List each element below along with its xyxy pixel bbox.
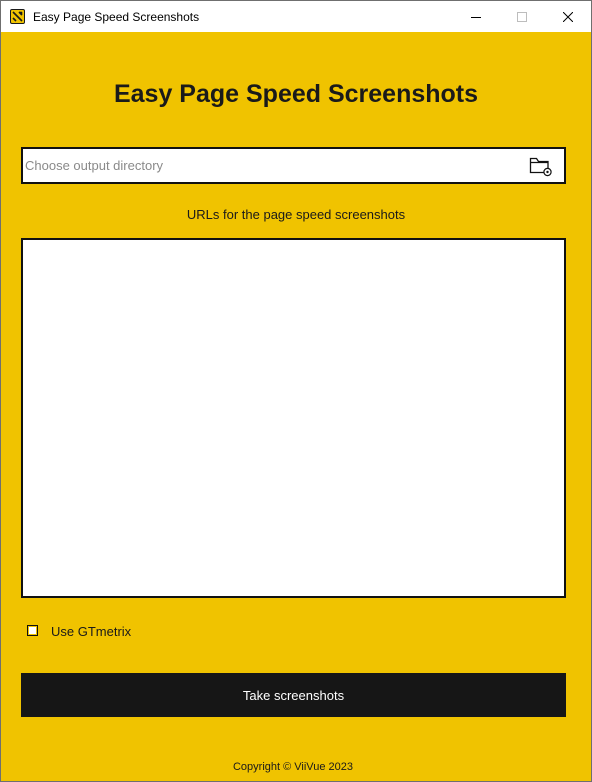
output-directory-field (21, 147, 566, 184)
output-directory-input[interactable] (23, 149, 520, 182)
use-gtmetrix-checkbox[interactable] (27, 625, 38, 636)
title-bar[interactable]: Easy Page Speed Screenshots (1, 1, 591, 32)
minimize-button[interactable] (453, 1, 499, 32)
take-screenshots-button[interactable]: Take screenshots (21, 673, 566, 717)
urls-label: URLs for the page speed screenshots (186, 207, 406, 222)
window-title: Easy Page Speed Screenshots (33, 10, 200, 24)
close-icon (563, 11, 573, 22)
app-window: Easy Page Speed Screenshots Easy Page Sp… (0, 0, 592, 782)
close-button[interactable] (545, 1, 591, 32)
page-title: Easy Page Speed Screenshots (113, 80, 479, 108)
use-gtmetrix-label: Use GTmetrix (51, 624, 132, 639)
urls-textarea[interactable] (21, 238, 566, 598)
browse-folder-button[interactable] (529, 155, 553, 177)
app-icon (10, 9, 25, 24)
maximize-button[interactable] (499, 1, 545, 32)
folder-icon (529, 157, 552, 177)
copyright-text: Copyright © ViiVue 2023 (232, 761, 353, 773)
minimize-icon (471, 16, 481, 18)
maximize-icon (517, 11, 527, 22)
